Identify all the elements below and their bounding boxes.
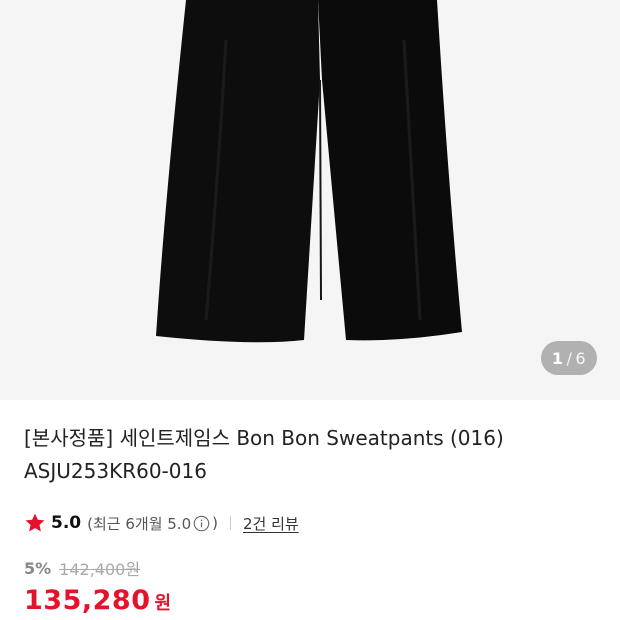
product-image [156, 0, 462, 343]
currency-unit: 원 [154, 593, 172, 614]
product-title: [본사정품] 세인트제임스 Bon Bon Sweatpants (016) A… [24, 422, 604, 488]
page-separator: / [566, 348, 573, 368]
total-pages-number: 6 [575, 348, 587, 368]
info-circle-icon[interactable] [193, 515, 210, 532]
image-page-indicator: 1 / 6 [541, 341, 597, 375]
discount-rate: 5% [24, 558, 52, 578]
product-model-code: ASJU253KR60-016 [24, 459, 207, 483]
recent-rating-text: (최근 6개월 5.0 [87, 514, 192, 533]
discount-row: 5% 142,400원 [24, 556, 140, 580]
current-page-number: 1 [551, 348, 564, 368]
product-info: [본사정품] 세인트제임스 Bon Bon Sweatpants (016) A… [24, 422, 604, 488]
sale-price: 135,280 [24, 585, 151, 616]
recent-rating-close: ) [212, 514, 218, 532]
rating-divider [229, 516, 231, 530]
review-count-link[interactable]: 2건 리뷰 [243, 513, 299, 534]
star-icon [25, 513, 45, 532]
sale-price-row: 135,280 원 [24, 585, 171, 620]
rating-row: 5.0 (최근 6개월 5.0 ) 2건 리뷰 [24, 510, 299, 536]
original-price: 142,400원 [59, 560, 141, 579]
rating-score: 5.0 [51, 513, 82, 533]
product-detail-page: 1 / 6 [본사정품] 세인트제임스 Bon Bon Sweatpants (… [0, 0, 620, 620]
recent-rating: (최근 6개월 5.0 ) [87, 513, 218, 534]
product-image-gallery[interactable]: 1 / 6 [0, 0, 620, 400]
product-title-line1: [본사정품] 세인트제임스 Bon Bon Sweatpants (016) [24, 426, 504, 450]
